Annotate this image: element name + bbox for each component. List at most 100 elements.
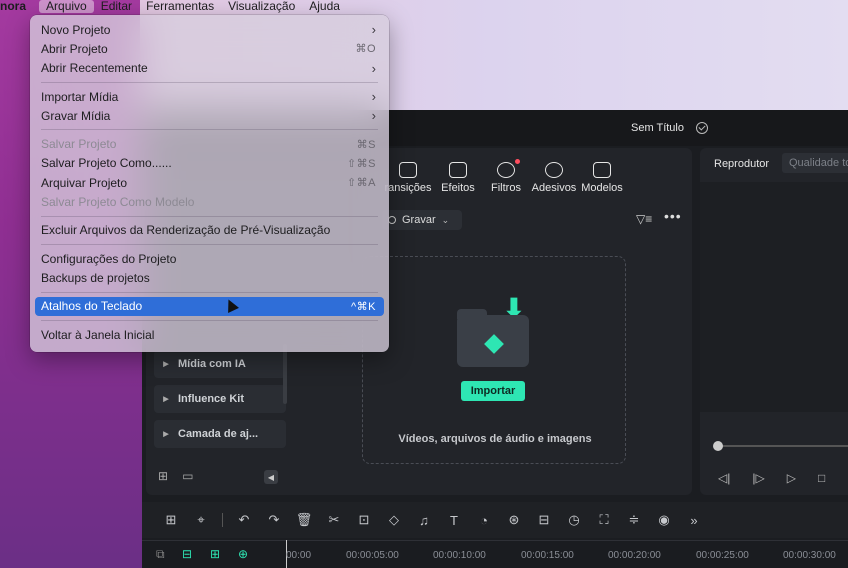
marker-icon[interactable]: ⊕ [238, 547, 248, 561]
menu-separator [41, 319, 378, 321]
select-tool-icon[interactable]: ⌖ [186, 512, 216, 528]
menu-item-label: Arquivar Projeto [41, 175, 128, 190]
menu-item-delete-render-files[interactable]: Excluir Arquivos da Renderização de Pré-… [35, 221, 384, 240]
submenu-chevron-icon: › [371, 89, 376, 105]
delete-icon[interactable]: 🗑 [289, 512, 319, 528]
menubar-app-name[interactable]: nora [0, 0, 33, 13]
timer-icon[interactable]: ◷ [559, 512, 589, 528]
prev-frame-icon[interactable]: ◁| [718, 471, 730, 485]
next-frame-icon[interactable]: |▷ [752, 471, 764, 485]
import-hint: Vídeos, arquivos de áudio e imagens [398, 433, 592, 445]
ai-icon[interactable]: ◉ [649, 512, 679, 528]
menu-item-save-project-as[interactable]: Salvar Projeto Como...... ⇧⌘S [35, 154, 384, 173]
snap-icon[interactable]: ⊞ [210, 547, 220, 561]
layout-grid-icon[interactable]: ⊞ [156, 512, 186, 528]
menubar-item-visualizacao[interactable]: Visualização [221, 0, 302, 13]
link-track-icon[interactable]: ⊟ [182, 547, 192, 561]
tab-effects[interactable]: Efeitos [434, 162, 482, 194]
track-manager-icon[interactable]: ⧉ [156, 547, 165, 562]
effects-icon [449, 162, 467, 178]
timeline-ruler[interactable]: ⧉ ⊟ ⊞ ⊕ 00:00 00:00:05:00 00:00:10:00 00… [142, 540, 848, 568]
tab-filters[interactable]: Filtros [482, 159, 530, 194]
ruler-mark: 00:00:30:00 [783, 550, 836, 561]
menu-item-archive-project[interactable]: Arquivar Projeto ⇧⌘A [35, 173, 384, 192]
menu-item-label: Configurações do Projeto [41, 251, 177, 266]
keyframe-icon[interactable]: ⊟ [529, 512, 559, 528]
menu-item-new-project[interactable]: Novo Projeto › [35, 20, 384, 39]
import-dropzone[interactable]: ⬇ Importar Vídeos, arquivos de áudio e i… [362, 256, 626, 464]
menu-shortcut: ⇧⌘A [346, 177, 376, 190]
ruler-mark: 00:00:10:00 [433, 550, 486, 561]
tab-stickers[interactable]: Adesivos [530, 162, 578, 194]
fullscreen-icon[interactable]: ⛶ [589, 512, 619, 528]
menu-item-label: Atalhos do Teclado [41, 299, 143, 314]
media-tabs: ransições Efeitos Filtros Adesivos Model… [382, 159, 626, 194]
playback-scrubber[interactable] [713, 441, 848, 451]
tab-transitions[interactable]: ransições [382, 162, 434, 194]
expand-arrow-icon: ▶ [163, 396, 169, 403]
crop-icon[interactable]: ⊡ [349, 512, 379, 528]
menu-item-save-as-template: Salvar Projeto Como Modelo [35, 192, 384, 211]
tab-templates[interactable]: Modelos [578, 162, 626, 194]
submenu-chevron-icon: › [371, 22, 376, 38]
mouse-pointer-icon [223, 296, 239, 313]
menu-shortcut: ^⌘K [351, 300, 376, 313]
menu-item-project-settings[interactable]: Configurações do Projeto [35, 249, 384, 268]
menu-separator [41, 129, 378, 131]
adjust-icon[interactable]: ≑ [619, 512, 649, 528]
folder-icon[interactable]: ▭ [182, 469, 193, 483]
collapse-sidebar-icon[interactable]: ◀ [264, 470, 278, 484]
text-icon[interactable]: T [439, 513, 469, 528]
preview-area [700, 182, 848, 412]
filter-icon[interactable]: ▽≡ [636, 212, 652, 226]
record-dropdown[interactable]: Gravar ⌄ [382, 210, 462, 230]
media-sidebar: ▶ Mídia com IA ▶ Influence Kit ▶ Camada … [154, 350, 286, 455]
effects-stack-icon[interactable]: ⊛ [499, 512, 529, 528]
filmora-logo-icon [484, 334, 504, 354]
tab-filters-label: Filtros [491, 182, 521, 194]
menu-item-label: Backups de projetos [41, 270, 150, 285]
menu-item-open-recent[interactable]: Abrir Recentemente › [35, 59, 384, 78]
transitions-icon [399, 162, 417, 178]
sidebar-bottom-actions: ⊞ ▭ [158, 469, 193, 483]
menubar-item-ferramentas[interactable]: Ferramentas [139, 0, 221, 13]
play-icon[interactable]: ▷ [787, 471, 796, 485]
quality-selector[interactable]: Qualidade to [782, 153, 848, 173]
sidebar-item-adjustment-layer[interactable]: ▶ Camada de aj... [154, 420, 286, 448]
menubar-item-editar[interactable]: Editar [94, 0, 139, 13]
project-status-check-icon[interactable] [696, 122, 708, 134]
menu-item-keyboard-shortcuts[interactable]: Atalhos do Teclado ^⌘K [35, 296, 384, 316]
menu-shortcut: ⌘O [355, 43, 376, 56]
sidebar-scrollbar[interactable] [283, 344, 287, 404]
tab-transitions-label: ransições [384, 182, 432, 194]
scrubber-knob[interactable] [713, 441, 723, 451]
menu-item-project-backups[interactable]: Backups de projetos [35, 268, 384, 287]
sidebar-item-influence-kit[interactable]: ▶ Influence Kit [154, 385, 286, 413]
sidebar-item-label: Influence Kit [178, 393, 245, 405]
audio-icon[interactable]: ♫ [409, 513, 439, 528]
menu-item-open-project[interactable]: Abrir Projeto ⌘O [35, 39, 384, 58]
menu-item-record-media[interactable]: Gravar Mídia › [35, 106, 384, 125]
redo-icon[interactable]: ↷ [259, 512, 289, 528]
chevron-down-icon: ⌄ [441, 214, 450, 225]
stop-icon[interactable]: □ [818, 471, 825, 485]
import-button[interactable]: Importar [461, 381, 525, 401]
sidebar-item-ai-media[interactable]: ▶ Mídia com IA [154, 350, 286, 378]
player-label: Reprodutor [714, 158, 770, 170]
menubar-item-ajuda[interactable]: Ajuda [302, 0, 347, 13]
undo-icon[interactable]: ↶ [229, 512, 259, 528]
split-icon[interactable]: ✂ [319, 512, 349, 528]
more-tools-icon[interactable]: » [679, 513, 709, 528]
sidebar-item-label: Mídia com IA [178, 358, 246, 370]
menu-item-save-project: Salvar Projeto ⌘S [35, 134, 384, 153]
color-icon[interactable]: ◇ [379, 512, 409, 528]
speed-icon[interactable]: ◔ [469, 513, 499, 528]
ruler-ticks [142, 540, 848, 546]
menu-item-import-media[interactable]: Importar Mídia › [35, 87, 384, 106]
menu-item-back-to-start[interactable]: Voltar à Janela Inicial [35, 325, 384, 344]
menu-item-label: Excluir Arquivos da Renderização de Pré-… [41, 223, 331, 238]
menubar-item-arquivo[interactable]: Arquivo [39, 0, 94, 13]
new-folder-icon[interactable]: ⊞ [158, 469, 168, 483]
tab-effects-label: Efeitos [441, 182, 475, 194]
more-options-icon[interactable]: ••• [664, 208, 682, 224]
